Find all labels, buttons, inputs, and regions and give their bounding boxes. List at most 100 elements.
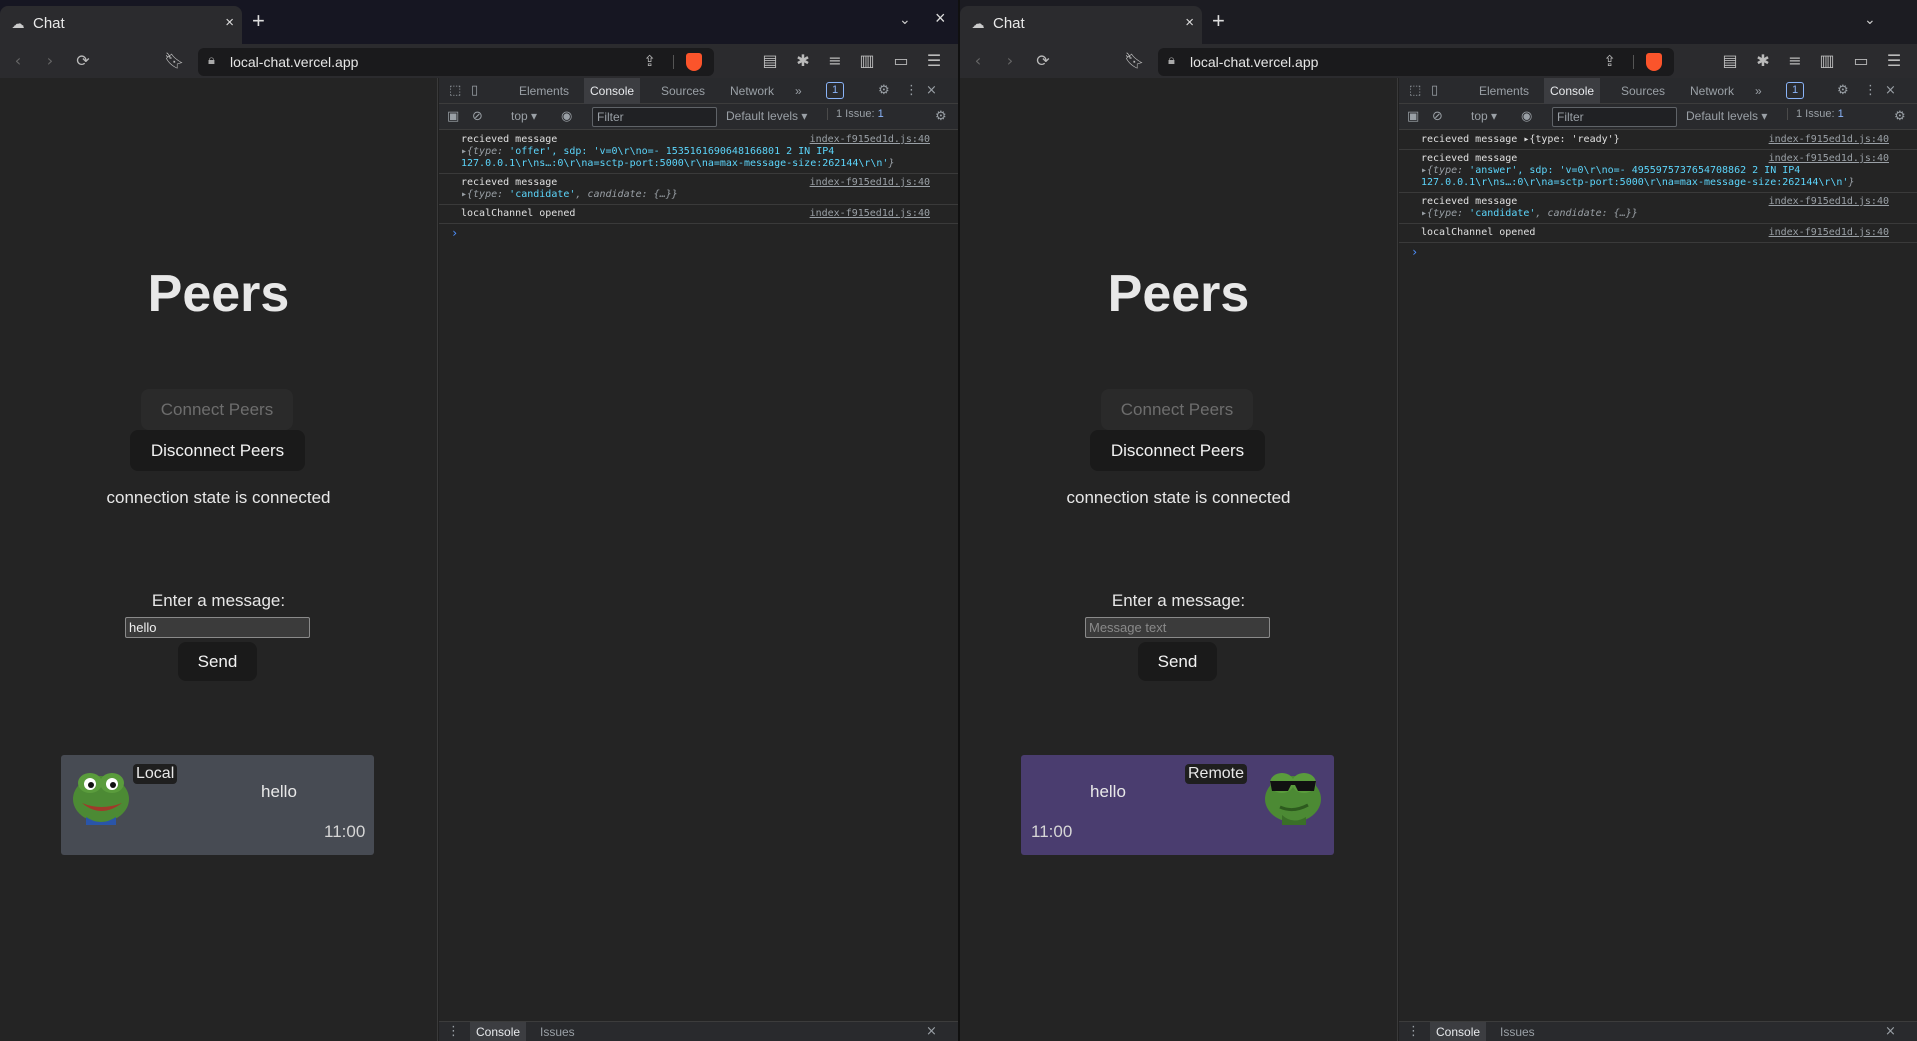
address-bar[interactable]: 🔒︎ local-chat.vercel.app ⇪ [198, 48, 714, 76]
reading-list-icon[interactable]: ▤ [1720, 51, 1740, 71]
disconnect-peers-button[interactable]: Disconnect Peers [1090, 430, 1265, 471]
context-selector[interactable]: top ▾ [1471, 109, 1497, 123]
drawer-tab-issues[interactable]: Issues [1494, 1022, 1541, 1041]
log-source-link[interactable]: index-f915ed1d.js:40 [1769, 196, 1889, 208]
log-object[interactable]: ▸{type: 'offer', sdp: 'v=0\r\no=- 153516… [461, 146, 928, 170]
tab-console[interactable]: Console [1544, 78, 1601, 104]
log-source-link[interactable]: index-f915ed1d.js:40 [1769, 134, 1889, 146]
new-tab-icon[interactable]: + [1212, 9, 1225, 33]
console-settings-gear-icon[interactable]: ⚙ [1894, 109, 1906, 125]
back-icon[interactable]: ‹ [8, 51, 28, 71]
clear-console-icon[interactable]: ⊘ [1432, 109, 1443, 125]
device-toolbar-icon[interactable]: ▯ [471, 83, 478, 99]
send-button[interactable]: Send [178, 642, 257, 681]
brave-shield-icon[interactable] [1646, 53, 1662, 71]
context-selector[interactable]: top ▾ [511, 109, 537, 123]
inspect-icon[interactable]: ⬚ [449, 83, 461, 99]
log-entry[interactable]: recieved message ▸{type: 'ready'} index-… [1399, 131, 1917, 150]
sidebar-icon[interactable]: ▥ [1817, 51, 1837, 71]
brave-shield-icon[interactable] [686, 53, 702, 71]
console-filter-input[interactable] [1552, 107, 1677, 127]
puzzle-icon[interactable]: ✱ [1753, 51, 1773, 71]
console-filter-input[interactable] [592, 107, 717, 127]
wallet-icon[interactable]: ▭ [891, 51, 911, 71]
send-button[interactable]: Send [1138, 642, 1217, 681]
kebab-menu-icon[interactable]: ⋮ [1864, 83, 1877, 99]
disconnect-peers-button[interactable]: Disconnect Peers [130, 430, 305, 471]
media-icon[interactable]: ≡ [1785, 51, 1805, 71]
forward-icon[interactable]: › [1000, 51, 1020, 71]
tab-list-icon[interactable]: ⌄ [899, 12, 911, 28]
wallet-icon[interactable]: ▭ [1851, 51, 1871, 71]
tab-network[interactable]: Network [1684, 78, 1740, 104]
settings-gear-icon[interactable]: ⚙ [878, 83, 890, 99]
menu-icon[interactable]: ☰ [924, 51, 944, 71]
drawer-menu-icon[interactable]: ⋮ [447, 1024, 460, 1040]
drawer-tab-issues[interactable]: Issues [534, 1022, 581, 1041]
reading-list-icon[interactable]: ▤ [760, 51, 780, 71]
bookmark-icon[interactable]: 🔖︎ [1124, 51, 1144, 71]
close-devtools-icon[interactable]: × [926, 83, 937, 99]
tab-list-icon[interactable]: ⌄ [1864, 12, 1876, 28]
log-levels-dropdown[interactable]: Default levels ▾ [1686, 109, 1767, 123]
tab-elements[interactable]: Elements [513, 78, 575, 104]
tab-network[interactable]: Network [724, 78, 780, 104]
share-icon[interactable]: ⇪ [1603, 52, 1616, 70]
bookmark-icon[interactable]: 🔖︎ [164, 51, 184, 71]
log-source-link[interactable]: index-f915ed1d.js:40 [1769, 227, 1889, 239]
device-toolbar-icon[interactable]: ▯ [1431, 83, 1438, 99]
drawer-menu-icon[interactable]: ⋮ [1407, 1024, 1420, 1040]
tab-elements[interactable]: Elements [1473, 78, 1535, 104]
connect-peers-button[interactable]: Connect Peers [1101, 389, 1253, 430]
kebab-menu-icon[interactable]: ⋮ [905, 83, 918, 99]
log-source-link[interactable]: index-f915ed1d.js:40 [810, 134, 930, 146]
reload-icon[interactable]: ⟳ [73, 51, 93, 71]
message-count-badge[interactable]: 1 [1786, 82, 1805, 99]
message-count-badge[interactable]: 1 [826, 82, 845, 99]
log-entry[interactable]: recieved message ▸{type: 'answer', sdp: … [1399, 150, 1917, 193]
tab-close-icon[interactable]: × [1185, 14, 1194, 31]
message-input[interactable] [1085, 617, 1270, 638]
log-object[interactable]: ▸{type: 'candidate', candidate: {…}} [1421, 208, 1887, 220]
settings-gear-icon[interactable]: ⚙ [1837, 83, 1849, 99]
message-input[interactable] [125, 617, 310, 638]
log-source-link[interactable]: index-f915ed1d.js:40 [810, 208, 930, 220]
sidebar-toggle-icon[interactable]: ▣ [447, 109, 459, 125]
console-settings-gear-icon[interactable]: ⚙ [935, 109, 947, 125]
log-object[interactable]: ▸{type: 'candidate', candidate: {…}} [461, 189, 928, 201]
log-entry[interactable]: localChannel opened index-f915ed1d.js:40 [1399, 224, 1917, 243]
address-bar[interactable]: 🔒︎ local-chat.vercel.app ⇪ [1158, 48, 1674, 76]
sidebar-icon[interactable]: ▥ [857, 51, 877, 71]
log-entry[interactable]: recieved message ▸{type: 'candidate', ca… [439, 174, 958, 205]
share-icon[interactable]: ⇪ [643, 52, 656, 70]
connect-peers-button[interactable]: Connect Peers [141, 389, 293, 430]
new-tab-icon[interactable]: + [252, 9, 265, 33]
drawer-close-icon[interactable]: × [1885, 1024, 1896, 1040]
more-tabs-icon[interactable]: » [789, 78, 808, 104]
reload-icon[interactable]: ⟳ [1033, 51, 1053, 71]
live-expression-eye-icon[interactable]: ◉ [561, 109, 572, 125]
drawer-close-icon[interactable]: × [926, 1024, 937, 1040]
close-devtools-icon[interactable]: × [1885, 83, 1896, 99]
tab-sources[interactable]: Sources [655, 78, 711, 104]
drawer-tab-console[interactable]: Console [1430, 1022, 1487, 1041]
lock-icon[interactable]: 🔒︎ [1168, 53, 1175, 68]
live-expression-eye-icon[interactable]: ◉ [1521, 109, 1532, 125]
issues-indicator[interactable]: 1 Issue: 1 [827, 108, 884, 120]
log-entry[interactable]: recieved message ▸{type: 'offer', sdp: '… [439, 131, 958, 174]
console-prompt[interactable]: › [1399, 243, 1917, 261]
console-prompt[interactable]: › [439, 224, 958, 242]
sidebar-toggle-icon[interactable]: ▣ [1407, 109, 1419, 125]
tab-close-icon[interactable]: × [225, 14, 234, 31]
forward-icon[interactable]: › [40, 51, 60, 71]
tab-console[interactable]: Console [584, 78, 641, 104]
clear-console-icon[interactable]: ⊘ [472, 109, 483, 125]
tab-chat[interactable]: ☁ Chat × [960, 6, 1202, 44]
log-source-link[interactable]: index-f915ed1d.js:40 [1769, 153, 1889, 165]
log-entry[interactable]: recieved message ▸{type: 'candidate', ca… [1399, 193, 1917, 224]
drawer-tab-console[interactable]: Console [470, 1022, 527, 1041]
tab-chat[interactable]: ☁ Chat × [0, 6, 242, 44]
window-close-icon[interactable]: × [935, 8, 946, 29]
more-tabs-icon[interactable]: » [1749, 78, 1768, 104]
back-icon[interactable]: ‹ [968, 51, 988, 71]
